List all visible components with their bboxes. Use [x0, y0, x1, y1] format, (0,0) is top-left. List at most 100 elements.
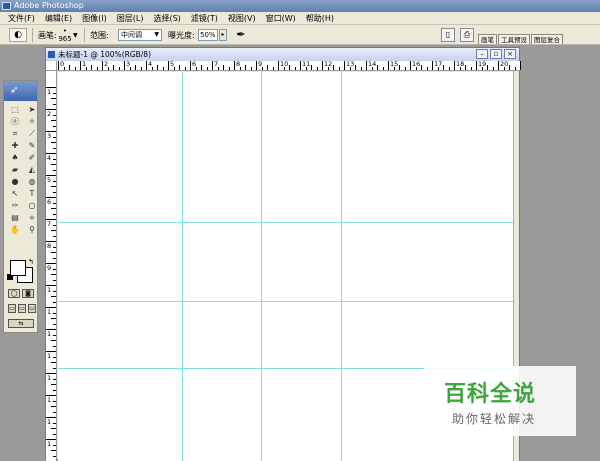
- exposure-slider-button[interactable]: ▸: [219, 29, 227, 41]
- eyedropper-icon[interactable]: ⟡: [25, 212, 39, 223]
- toolbox-header[interactable]: ➶: [4, 81, 37, 101]
- vertical-guide[interactable]: [261, 72, 262, 461]
- document-titlebar[interactable]: 未标题-1 @ 100%(RGB/8) – ▫ ×: [46, 48, 519, 61]
- magic-wand-icon[interactable]: ✧: [25, 116, 39, 127]
- tool-preset-picker[interactable]: ◐: [9, 28, 27, 42]
- healing-icon[interactable]: ✚: [8, 140, 22, 151]
- brush-icon[interactable]: ✎: [25, 140, 39, 151]
- horizontal-ruler[interactable]: 0123456789101112131415161718192021: [57, 61, 521, 71]
- quick-mask-icon[interactable]: ◙: [22, 289, 34, 298]
- paint-bucket-icon[interactable]: ◭: [25, 164, 39, 175]
- chevron-down-icon[interactable]: ▼: [73, 32, 78, 39]
- marquee-icon[interactable]: ⬚: [8, 104, 22, 115]
- jump-to-imageready-icon[interactable]: ⇆: [8, 319, 34, 328]
- exposure-input[interactable]: 50%: [198, 29, 218, 41]
- jump-row: ⇆: [8, 319, 34, 328]
- standard-mode-icon[interactable]: ◯: [8, 289, 20, 298]
- document-icon[interactable]: ▯: [441, 28, 455, 42]
- ruler-tick: [51, 296, 56, 297]
- ruler-tick: [58, 61, 59, 70]
- vertical-guide[interactable]: [341, 72, 342, 461]
- ruler-tick: [223, 65, 224, 70]
- ruler-label: 1: [47, 330, 52, 338]
- ruler-tick: [124, 61, 125, 70]
- menu-window[interactable]: 窗口(W): [261, 12, 301, 25]
- ruler-label: 1: [47, 308, 52, 316]
- menu-help[interactable]: 帮助(H): [301, 12, 339, 25]
- ruler-tick: [129, 67, 131, 70]
- ruler-tick: [53, 246, 56, 248]
- ruler-tick: [487, 65, 488, 70]
- ruler-tick: [51, 164, 56, 165]
- menu-view[interactable]: 视图(V): [223, 12, 261, 25]
- tab-brushes[interactable]: 画笔: [478, 34, 497, 44]
- close-icon[interactable]: ×: [504, 49, 516, 59]
- eraser-icon[interactable]: ▰: [8, 164, 22, 175]
- ruler-tick: [399, 65, 400, 70]
- swap-colors-icon[interactable]: ↰: [28, 258, 34, 266]
- ruler-tick: [503, 67, 505, 70]
- menu-image[interactable]: 图像(I): [77, 12, 112, 25]
- history-brush-icon[interactable]: ✐: [25, 152, 39, 163]
- menu-file[interactable]: 文件(F): [3, 12, 40, 25]
- vertical-ruler[interactable]: 123456789111111111: [46, 71, 57, 461]
- ruler-tick: [476, 61, 477, 70]
- ruler-tick: [80, 61, 81, 70]
- path-select-icon[interactable]: ↖: [8, 188, 22, 199]
- type-icon[interactable]: T: [25, 188, 39, 199]
- stamp-icon[interactable]: ♠: [8, 152, 22, 163]
- ruler-tick: [53, 92, 56, 94]
- screen-mode-menu-icon[interactable]: ▭: [18, 304, 26, 313]
- ruler-tick: [437, 67, 439, 70]
- minimize-icon[interactable]: –: [476, 49, 488, 59]
- screen-mode-full-icon[interactable]: ▭: [28, 304, 36, 313]
- ruler-tick: [51, 120, 56, 121]
- range-select[interactable]: 中间调 ▼: [118, 29, 162, 41]
- printer-icon[interactable]: ⎙: [460, 28, 474, 42]
- app-titlebar: Adobe Photoshop: [0, 0, 600, 12]
- notes-icon[interactable]: ▤: [8, 212, 22, 223]
- menu-select[interactable]: 选择(S): [148, 12, 185, 25]
- move-icon[interactable]: ➤: [25, 104, 39, 115]
- ruler-tick: [53, 191, 56, 193]
- ruler-tick: [184, 67, 186, 70]
- pen-icon[interactable]: ✑: [8, 200, 22, 211]
- dodge-icon[interactable]: ◍: [25, 176, 39, 187]
- menu-layer[interactable]: 图层(L): [112, 12, 149, 25]
- ruler-tick: [63, 67, 65, 70]
- brush-preview[interactable]: • 965: [58, 27, 72, 43]
- ruler-tick: [157, 65, 158, 70]
- ruler-origin[interactable]: [46, 61, 57, 71]
- menu-edit[interactable]: 编辑(E): [40, 12, 77, 25]
- slice-icon[interactable]: ⟋: [25, 128, 39, 139]
- foreground-color[interactable]: [10, 260, 26, 276]
- tab-tool-presets[interactable]: 工具预设: [498, 34, 530, 44]
- ruler-tick: [96, 67, 98, 70]
- ruler-tick: [74, 67, 76, 70]
- ruler-tick: [333, 65, 334, 70]
- maximize-icon[interactable]: ▫: [490, 49, 502, 59]
- zoom-icon[interactable]: ⚲: [25, 224, 39, 235]
- shape-icon[interactable]: ○: [25, 200, 39, 211]
- menu-filter[interactable]: 滤镜(T): [186, 12, 223, 25]
- screen-mode-standard-icon[interactable]: ▭: [8, 304, 16, 313]
- ruler-tick: [448, 67, 450, 70]
- ruler-tick: [344, 61, 345, 70]
- mask-mode-row: ◯ ◙: [8, 289, 34, 298]
- ruler-tick: [190, 61, 191, 70]
- ruler-tick: [382, 67, 384, 70]
- vertical-guide[interactable]: [182, 72, 183, 461]
- horizontal-guide[interactable]: [58, 222, 515, 223]
- blur-icon[interactable]: ●: [8, 176, 22, 187]
- watermark-subtitle: 助你轻松解决: [452, 412, 537, 426]
- lasso-icon[interactable]: ⓞ: [8, 116, 22, 127]
- crop-icon[interactable]: ⌗: [8, 128, 22, 139]
- horizontal-guide[interactable]: [58, 301, 515, 302]
- tab-layer-comps[interactable]: 图层复合: [531, 34, 563, 44]
- ruler-tick: [51, 406, 56, 407]
- airbrush-icon[interactable]: ✒: [233, 27, 249, 43]
- ruler-tick: [272, 67, 274, 70]
- brush-label: 画笔:: [38, 31, 57, 40]
- hand-icon[interactable]: ✋: [8, 224, 22, 235]
- tool-grid: ⬚ ➤ ⓞ ✧ ⌗ ⟋ ✚ ✎ ♠ ✐ ▰ ◭ ● ◍ ↖ T ✑ ○ ▤ ⟡ …: [4, 101, 37, 235]
